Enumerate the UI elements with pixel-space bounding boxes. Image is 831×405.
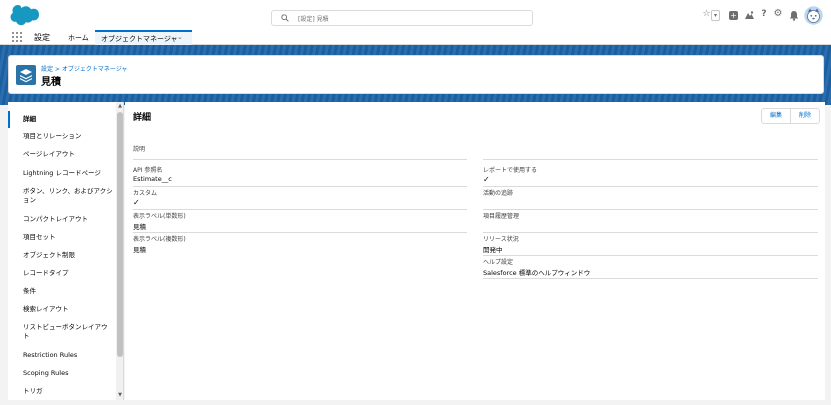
plural-label-value: 見積 [133, 246, 146, 254]
detail-panel: 詳細 編集 削除 説明 API 参照名 Estimate__c カスタム ✓ 表… [125, 102, 825, 400]
trailhead-guidance-icon[interactable] [744, 10, 755, 21]
custom-label: カスタム [133, 190, 158, 197]
breadcrumb[interactable]: 設定 > オブジェクトマネージャ [41, 64, 127, 73]
sidebar-item-compact-layouts[interactable]: コンパクトレイアウト [8, 215, 116, 224]
help-icon[interactable]: ? [759, 9, 769, 23]
notifications-bell-icon[interactable] [789, 10, 799, 21]
api-name-label: API 参照名 [133, 167, 163, 174]
edit-button[interactable]: 編集 [761, 108, 791, 124]
help-setting-value: Salesforce 標準のヘルプウィンドウ [483, 269, 591, 277]
global-add-icon[interactable]: + [729, 11, 738, 20]
setup-gear-icon[interactable]: ⚙ [773, 8, 783, 22]
sidebar-scrollbar-thumb[interactable] [117, 112, 123, 357]
app-name: 設定 [34, 33, 50, 42]
app-navigation-bar: 設定 ホーム オブジェクトマネージャ ⌄ [0, 30, 831, 45]
scroll-up-icon[interactable]: ▲ [117, 103, 123, 109]
sidebar-item-search-layouts[interactable]: 検索レイアウト [8, 305, 116, 314]
field-divider [483, 232, 818, 233]
global-search-box[interactable]: [設定] 見積 [271, 10, 533, 26]
object-icon [16, 65, 36, 85]
field-divider [133, 159, 467, 160]
tab-home[interactable]: ホーム [68, 33, 89, 43]
tab-object-manager[interactable]: オブジェクトマネージャ ⌄ [95, 30, 192, 45]
sidebar-item-page-layouts[interactable]: ページレイアウト [8, 150, 116, 159]
sidebar-item-scoping-rules[interactable]: Scoping Rules [8, 369, 116, 378]
deployment-status-value: 開発中 [483, 246, 503, 254]
field-divider [133, 232, 467, 233]
sidebar-item-lightning-record-pages[interactable]: Lightning レコードページ [8, 169, 116, 178]
plural-label-label: 表示ラベル(複数形) [133, 236, 186, 243]
sidebar-item-restriction-rules[interactable]: Restriction Rules [8, 351, 116, 360]
sidebar-item-buttons-links-actions[interactable]: ボタン、リンク、およびアクション [8, 187, 114, 205]
field-divider [483, 278, 818, 279]
tab-object-manager-label: オブジェクトマネージャ [101, 35, 178, 43]
favorites-star-icon[interactable]: ☆ [702, 9, 711, 23]
field-divider [133, 186, 467, 187]
delete-button[interactable]: 削除 [790, 108, 820, 124]
search-icon [281, 14, 289, 22]
field-divider [483, 255, 818, 256]
description-label: 説明 [133, 146, 146, 153]
field-divider [483, 159, 818, 160]
sidebar-item-triggers[interactable]: トリガ [8, 387, 116, 396]
sidebar-item-object-limits[interactable]: オブジェクト制限 [8, 251, 116, 260]
sidebar-item-fields-relationships[interactable]: 項目とリレーション [8, 132, 116, 141]
help-setting-label: ヘルプ設定 [483, 259, 514, 266]
search-placeholder: [設定] 見積 [298, 16, 329, 23]
field-divider [133, 209, 467, 210]
allow-reports-check-icon: ✓ [483, 175, 490, 184]
object-header: 設定 > オブジェクトマネージャ 見積 [8, 55, 824, 94]
app-launcher-icon[interactable] [12, 32, 22, 42]
sidebar-item-conditions[interactable]: 条件 [8, 287, 116, 296]
sidebar-item-list-view-button-layout[interactable]: リストビューボタンレイアウト [8, 323, 108, 341]
layers-icon [20, 69, 32, 83]
scroll-down-icon[interactable]: ▼ [117, 392, 123, 398]
allow-reports-label: レポートで使用する [483, 167, 538, 174]
chevron-down-icon[interactable]: ⌄ [177, 33, 183, 41]
track-activities-label: 活動の追跡 [483, 190, 514, 197]
sidebar-item-field-sets[interactable]: 項目セット [8, 233, 116, 242]
field-history-label: 項目履歴管理 [483, 213, 520, 220]
object-manager-sidebar: 詳細 項目とリレーション ページレイアウト Lightning レコードページ … [8, 102, 124, 400]
user-avatar[interactable] [804, 6, 823, 25]
api-name-value: Estimate__c [133, 175, 172, 183]
singular-label-value: 見積 [133, 223, 146, 231]
salesforce-logo[interactable] [10, 5, 40, 26]
favorites-dropdown-icon[interactable]: ▾ [711, 10, 720, 21]
detail-section-title: 詳細 [133, 113, 152, 123]
field-divider [483, 209, 818, 210]
custom-check-icon: ✓ [133, 198, 140, 207]
sidebar-item-record-types[interactable]: レコードタイプ [8, 269, 116, 278]
global-header: [設定] 見積 ☆ ▾ + ? ⚙ [0, 0, 831, 30]
page-title: 見積 [41, 77, 61, 88]
field-divider [483, 186, 818, 187]
singular-label-label: 表示ラベル(単数形) [133, 213, 186, 220]
sidebar-item-details[interactable]: 詳細 [8, 111, 116, 128]
deployment-status-label: リリース状況 [483, 236, 519, 243]
